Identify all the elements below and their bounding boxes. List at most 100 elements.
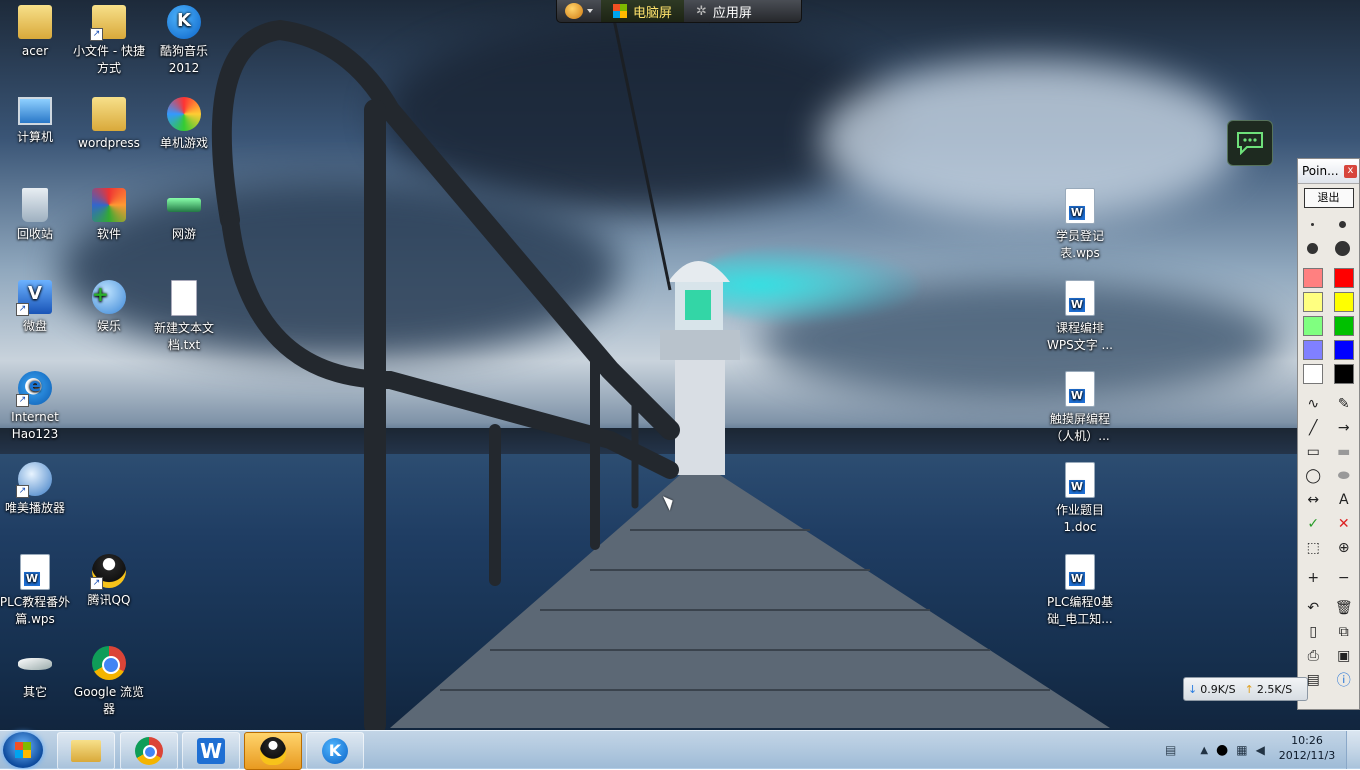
color-light-red[interactable] xyxy=(1303,268,1324,288)
arrow-icon[interactable]: → xyxy=(1335,419,1353,437)
desktop-icon-acer[interactable]: acer xyxy=(0,5,72,60)
color-blue[interactable] xyxy=(1333,340,1354,360)
desktop-icon-qq[interactable]: ↗ 腾讯QQ xyxy=(72,554,146,609)
desktop-icon-software[interactable]: 软件 xyxy=(72,188,146,243)
color-green[interactable] xyxy=(1333,316,1354,336)
taskbar-wps-writer[interactable]: W xyxy=(182,732,240,770)
desktop-icon-label: 网游 xyxy=(171,227,196,241)
color-red[interactable] xyxy=(1333,268,1354,288)
desktop-icon-label: 其它 xyxy=(22,685,47,699)
desktop-icon-plc-tutorial[interactable]: PLC教程番外篇.wps xyxy=(0,554,72,628)
delete-icon[interactable]: 🗑 xyxy=(1335,599,1353,617)
desktop-icon-course-schedule[interactable]: 课程编排WPS文字 ... xyxy=(1043,280,1117,354)
double-arrow-icon[interactable]: ↔ xyxy=(1304,491,1322,509)
show-desktop-button[interactable] xyxy=(1346,731,1360,769)
desktop-icon-online-games[interactable]: 网游 xyxy=(147,188,221,243)
pen-size-medium-icon[interactable] xyxy=(1339,220,1347,228)
clock[interactable]: 10:26 2012/11/3 xyxy=(1272,733,1342,763)
color-light-green[interactable] xyxy=(1303,316,1324,336)
clock-date: 2012/11/3 xyxy=(1278,749,1336,762)
network-icon[interactable]: ▦ xyxy=(1236,743,1247,757)
pen-size-large-icon[interactable] xyxy=(1306,242,1318,254)
select-icon[interactable]: ⬚ xyxy=(1304,539,1322,557)
taskbar-kugou[interactable]: K xyxy=(306,732,364,770)
desktop-icon-ie-hao123[interactable]: e ↗ Internet Hao123 xyxy=(0,371,72,443)
switcher-menu-button[interactable] xyxy=(557,0,601,22)
desktop-icon-recycle-bin[interactable]: 回收站 xyxy=(0,188,72,243)
minus-icon[interactable]: − xyxy=(1335,569,1353,587)
desktop-icon-new-text-file[interactable]: 新建文本文档.txt xyxy=(147,280,221,354)
desktop-icon-games[interactable]: 单机游戏 xyxy=(147,97,221,152)
text-icon[interactable]: A xyxy=(1335,491,1353,509)
taskbar-qq[interactable] xyxy=(244,732,302,770)
copy-icon[interactable]: ⧉ xyxy=(1335,623,1353,641)
start-button[interactable] xyxy=(3,732,43,768)
wps-document-icon xyxy=(1065,554,1095,590)
pen-size-row xyxy=(1298,212,1359,236)
desktop-icon-vdisk[interactable]: V ↗ 微盘 xyxy=(0,280,72,335)
pen-size-small-icon[interactable] xyxy=(1310,222,1314,226)
railing xyxy=(211,0,710,730)
upload-arrow-icon: ↑ xyxy=(1244,682,1254,696)
line-icon[interactable]: ╱ xyxy=(1304,419,1322,437)
taskbar-chrome[interactable] xyxy=(120,732,178,770)
network-speed-widget[interactable]: ↓ 0.9K/S ↑ 2.5K/S xyxy=(1183,677,1308,701)
tab-pc-screen[interactable]: 电脑屏 xyxy=(601,0,685,22)
print-icon[interactable]: ⎙ xyxy=(1304,647,1322,665)
zoom-icon[interactable]: ⊕ xyxy=(1335,539,1353,557)
exit-button[interactable]: 退出 xyxy=(1303,188,1354,208)
desktop-icon-hmi-programming[interactable]: 触摸屏编程（人机）... xyxy=(1043,371,1117,445)
pointofix-titlebar[interactable]: Poin... x xyxy=(1298,159,1359,184)
tab-app-screen[interactable]: ✲ 应用屏 xyxy=(684,0,764,22)
desktop-icon-student-register[interactable]: 学员登记表.wps xyxy=(1043,188,1117,262)
ellipse-icon[interactable]: ◯ xyxy=(1304,467,1322,485)
filled-rectangle-icon[interactable]: ▬ xyxy=(1335,443,1353,461)
filled-ellipse-icon[interactable]: ⬬ xyxy=(1335,467,1353,485)
kugou-icon: K xyxy=(322,738,348,764)
pen-size-row xyxy=(1298,236,1359,260)
taskbar-explorer[interactable] xyxy=(57,732,115,770)
desktop-icon-computer[interactable]: 计算机 xyxy=(0,97,72,146)
checkmark-icon[interactable]: ✓ xyxy=(1304,515,1322,533)
desktop-icon-media-player[interactable]: ↗ 唯美播放器 xyxy=(0,462,72,517)
show-hidden-icons-icon[interactable]: ▲ xyxy=(1200,745,1208,756)
freehand-icon[interactable]: ∿ xyxy=(1304,395,1322,413)
desktop-icon-label: 课程编排WPS文字 ... xyxy=(1047,321,1113,352)
qq-tray-icon[interactable]: ● xyxy=(1216,742,1228,758)
vdisk-icon: V ↗ xyxy=(16,280,52,316)
desktop-icon-label: 计算机 xyxy=(16,130,53,144)
color-yellow[interactable] xyxy=(1333,292,1354,312)
chrome-icon xyxy=(92,646,126,680)
desktop-icon-label: 小文件 - 快捷方式 xyxy=(73,44,145,75)
volume-icon[interactable]: ◀ xyxy=(1256,743,1265,757)
desktop-icon-chrome[interactable]: Google 流览器 xyxy=(72,646,146,718)
cross-icon[interactable]: ✕ xyxy=(1335,515,1353,533)
color-light-blue[interactable] xyxy=(1303,340,1324,360)
new-page-icon[interactable]: ▯ xyxy=(1304,623,1322,641)
color-black[interactable] xyxy=(1333,364,1354,384)
desktop-icon-wordpress[interactable]: wordpress xyxy=(72,97,146,152)
info-icon[interactable]: ⓘ xyxy=(1335,671,1353,689)
color-white[interactable] xyxy=(1303,364,1324,384)
color-light-yellow[interactable] xyxy=(1303,292,1324,312)
desktop-icon-label: 酷狗音乐2012 xyxy=(159,44,208,75)
rectangle-icon[interactable]: ▭ xyxy=(1304,443,1322,461)
close-icon[interactable]: x xyxy=(1344,164,1357,178)
desktop-icon-kugou[interactable]: K 酷狗音乐2012 xyxy=(147,5,221,77)
undo-icon[interactable]: ↶ xyxy=(1304,599,1322,617)
pen-size-xlarge-icon[interactable] xyxy=(1335,240,1351,256)
desktop-icon-small-files[interactable]: ↗ 小文件 - 快捷方式 xyxy=(72,5,146,77)
desktop-icon-entertainment[interactable]: + 娱乐 xyxy=(72,280,146,335)
desktop-icon-label: 微盘 xyxy=(22,319,47,333)
chat-button[interactable] xyxy=(1227,120,1273,166)
desktop-icon-plc-basics[interactable]: PLC编程0基础_电工知... xyxy=(1043,554,1117,628)
plus-icon[interactable]: + xyxy=(1304,569,1322,587)
eraser-icon[interactable]: ✎ xyxy=(1335,395,1353,413)
save-icon[interactable]: ▣ xyxy=(1335,647,1353,665)
wps-writer-icon: W xyxy=(197,738,225,764)
desktop-icon-homework[interactable]: 作业题目1.doc xyxy=(1043,462,1117,536)
wps-document-icon xyxy=(1065,280,1095,316)
keyboard-icon[interactable]: ▤ xyxy=(1165,743,1176,757)
computer-icon xyxy=(18,97,52,125)
desktop-icon-other[interactable]: 其它 xyxy=(0,646,72,701)
